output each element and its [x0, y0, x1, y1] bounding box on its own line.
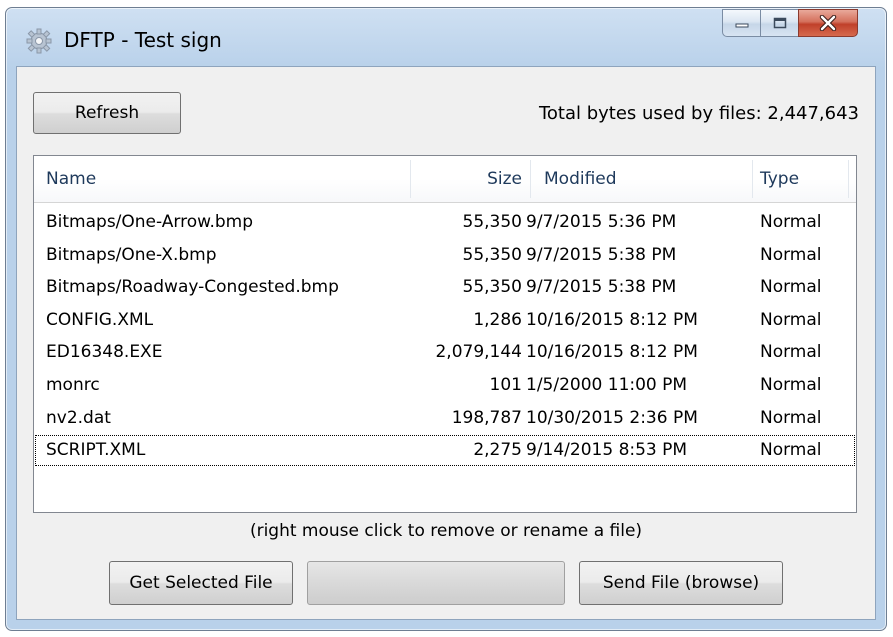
table-row[interactable]: ED16348.EXE 2,079,144 10/16/2015 8:12 PM… [34, 336, 856, 369]
table-row[interactable]: Bitmaps/One-X.bmp 55,350 9/7/2015 5:38 P… [34, 239, 856, 272]
list-body: Bitmaps/One-Arrow.bmp 55,350 9/7/2015 5:… [34, 206, 856, 467]
table-row[interactable]: CONFIG.XML 1,286 10/16/2015 8:12 PM Norm… [34, 304, 856, 337]
refresh-button[interactable]: Refresh [33, 92, 181, 134]
file-modified: 9/7/2015 5:38 PM [526, 277, 677, 298]
maximize-icon [773, 17, 786, 29]
hint-text: (right mouse click to remove or rename a… [249, 521, 643, 541]
file-type: Normal [760, 440, 822, 461]
table-row-selected[interactable]: SCRIPT.XML 2,275 9/14/2015 8:53 PM Norma… [34, 434, 856, 467]
list-header: Name Size Modified Type [34, 156, 856, 203]
column-divider[interactable] [530, 160, 531, 198]
file-name: ED16348.EXE [46, 342, 163, 363]
maximize-button[interactable] [760, 9, 798, 37]
transfer-progress-bar [307, 561, 565, 605]
column-header-modified[interactable]: Modified [544, 156, 617, 202]
app-window: DFTP - Test sign Refresh Total bytes use… [5, 7, 887, 631]
close-icon [819, 15, 837, 31]
file-type: Normal [760, 407, 822, 428]
close-button[interactable] [798, 9, 858, 37]
table-row[interactable]: nv2.dat 198,787 10/30/2015 2:36 PM Norma… [34, 402, 856, 435]
gear-icon [26, 28, 52, 54]
window-title: DFTP - Test sign [64, 28, 222, 52]
send-file-button[interactable]: Send File (browse) [579, 561, 783, 605]
column-divider[interactable] [752, 160, 753, 198]
file-modified: 1/5/2000 11:00 PM [526, 374, 688, 395]
title-bar[interactable]: DFTP - Test sign [6, 8, 886, 64]
get-selected-file-button[interactable]: Get Selected File [109, 561, 293, 605]
file-type: Normal [760, 309, 822, 330]
caption-buttons [722, 9, 858, 37]
file-size: 101 [489, 374, 522, 395]
client-area: Refresh Total bytes used by files: 2,447… [16, 66, 876, 620]
file-modified: 9/14/2015 8:53 PM [526, 440, 688, 461]
table-row[interactable]: Bitmaps/Roadway-Congested.bmp 55,350 9/7… [34, 271, 856, 304]
file-modified: 9/7/2015 5:38 PM [526, 244, 677, 265]
column-header-type[interactable]: Type [760, 156, 799, 202]
column-header-name[interactable]: Name [46, 156, 96, 202]
file-name: SCRIPT.XML [46, 440, 146, 461]
file-name: CONFIG.XML [46, 309, 154, 330]
file-list[interactable]: Name Size Modified Type Bitmaps/One-Arro… [33, 155, 857, 513]
file-size: 2,079,144 [435, 342, 522, 363]
file-size: 55,350 [462, 277, 522, 298]
file-type: Normal [760, 244, 822, 265]
table-row[interactable]: monrc 101 1/5/2000 11:00 PM Normal [34, 369, 856, 402]
file-name: monrc [46, 374, 100, 395]
column-divider[interactable] [848, 160, 849, 198]
table-row[interactable]: Bitmaps/One-Arrow.bmp 55,350 9/7/2015 5:… [34, 206, 856, 239]
file-modified: 10/16/2015 8:12 PM [526, 342, 698, 363]
file-size: 55,350 [462, 244, 522, 265]
file-size: 55,350 [462, 212, 522, 232]
file-type: Normal [760, 374, 822, 395]
column-divider[interactable] [410, 160, 411, 198]
file-modified: 9/7/2015 5:36 PM [526, 212, 677, 232]
file-modified: 10/16/2015 8:12 PM [526, 309, 698, 330]
file-size: 198,787 [451, 407, 522, 428]
file-size: 1,286 [473, 309, 522, 330]
file-name: Bitmaps/One-X.bmp [46, 244, 217, 265]
minimize-button[interactable] [722, 9, 760, 37]
file-type: Normal [760, 212, 822, 232]
minimize-icon [735, 23, 748, 28]
file-name: Bitmaps/Roadway-Congested.bmp [46, 277, 339, 298]
file-type: Normal [760, 277, 822, 298]
column-header-size[interactable]: Size [487, 156, 522, 202]
file-name: Bitmaps/One-Arrow.bmp [46, 212, 254, 232]
total-bytes-label: Total bytes used by files: 2,447,643 [538, 103, 859, 124]
file-size: 2,275 [473, 440, 522, 461]
file-name: nv2.dat [46, 407, 111, 428]
file-modified: 10/30/2015 2:36 PM [526, 407, 698, 428]
file-type: Normal [760, 342, 822, 363]
